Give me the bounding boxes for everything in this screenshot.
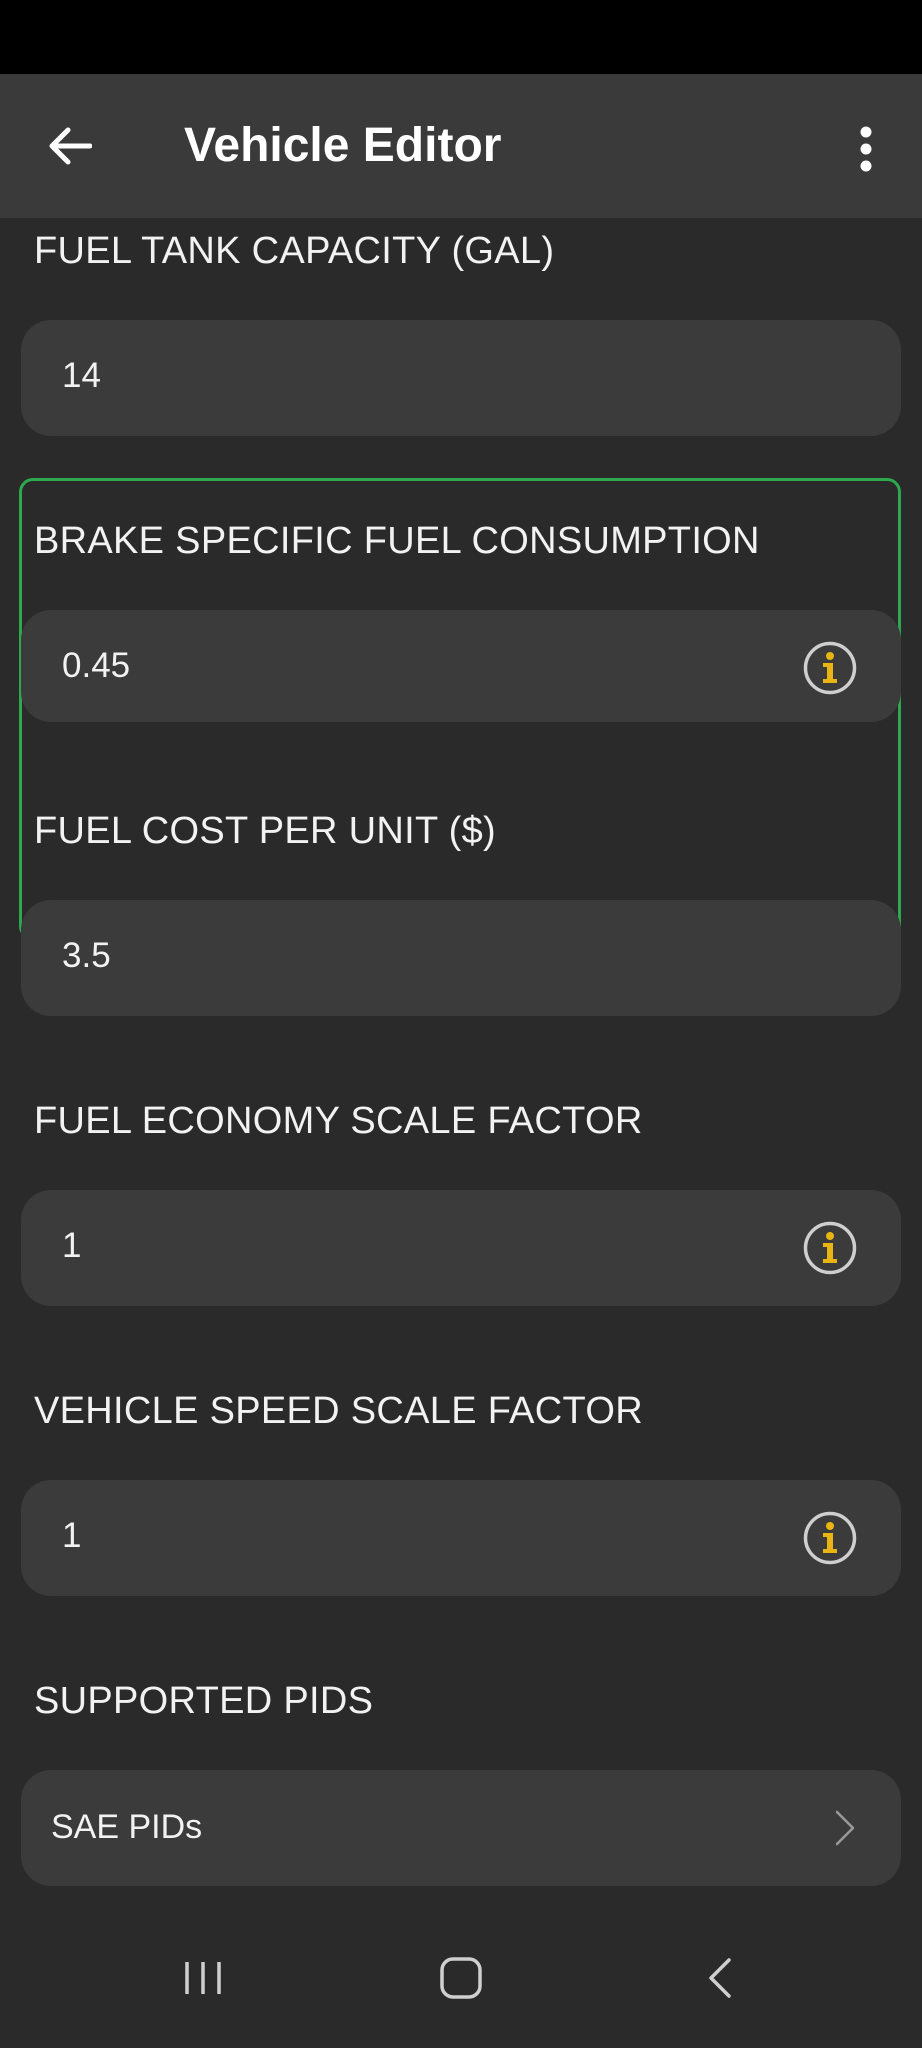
bsfc-label: BRAKE SPECIFIC FUEL CONSUMPTION <box>34 520 760 562</box>
fuel-economy-scale-label: FUEL ECONOMY SCALE FACTOR <box>34 1100 643 1142</box>
info-icon[interactable] <box>803 641 857 695</box>
fuel-tank-capacity-field[interactable]: 14 <box>21 320 901 436</box>
fuel-cost-label: FUEL COST PER UNIT ($) <box>34 810 496 852</box>
bsfc-field[interactable]: 0.45 <box>21 610 901 722</box>
fuel-economy-scale-value: 1 <box>62 1226 82 1265</box>
back-button[interactable] <box>36 106 104 186</box>
fuel-cost-value: 3.5 <box>62 936 111 975</box>
fuel-tank-capacity-label: FUEL TANK CAPACITY (GAL) <box>34 230 555 272</box>
page-title: Vehicle Editor <box>184 119 502 172</box>
vehicle-speed-scale-label: VEHICLE SPEED SCALE FACTOR <box>34 1390 643 1432</box>
vehicle-speed-scale-value: 1 <box>62 1516 82 1555</box>
app-bar: Vehicle Editor <box>0 74 922 218</box>
form-content: FUEL TANK CAPACITY (GAL) 14 BRAKE SPECIF… <box>0 218 922 1908</box>
supported-pids-label: SUPPORTED PIDS <box>34 1680 374 1722</box>
recents-icon <box>185 1962 221 1994</box>
home-button[interactable] <box>421 1946 501 2010</box>
sae-pids-label: SAE PIDs <box>51 1808 203 1846</box>
fuel-tank-capacity-value: 14 <box>62 356 101 395</box>
arrow-left-icon <box>49 127 92 165</box>
home-icon <box>440 1957 482 1999</box>
status-bar <box>0 0 922 74</box>
fuel-cost-field[interactable]: 3.5 <box>21 900 901 1016</box>
more-vertical-icon <box>860 126 872 172</box>
recents-button[interactable] <box>163 1946 243 2010</box>
info-icon[interactable] <box>803 1221 857 1275</box>
sae-pids-row[interactable]: SAE PIDs <box>21 1770 901 1886</box>
system-back-button[interactable] <box>680 1946 760 2010</box>
fuel-economy-scale-field[interactable]: 1 <box>21 1190 901 1306</box>
more-options-button[interactable] <box>836 114 896 184</box>
back-chevron-icon <box>709 1958 731 1998</box>
bsfc-value: 0.45 <box>62 646 131 685</box>
chevron-right-icon <box>835 1810 855 1846</box>
info-icon[interactable] <box>803 1511 857 1565</box>
system-navigation-bar <box>0 1908 922 2048</box>
vehicle-speed-scale-field[interactable]: 1 <box>21 1480 901 1596</box>
